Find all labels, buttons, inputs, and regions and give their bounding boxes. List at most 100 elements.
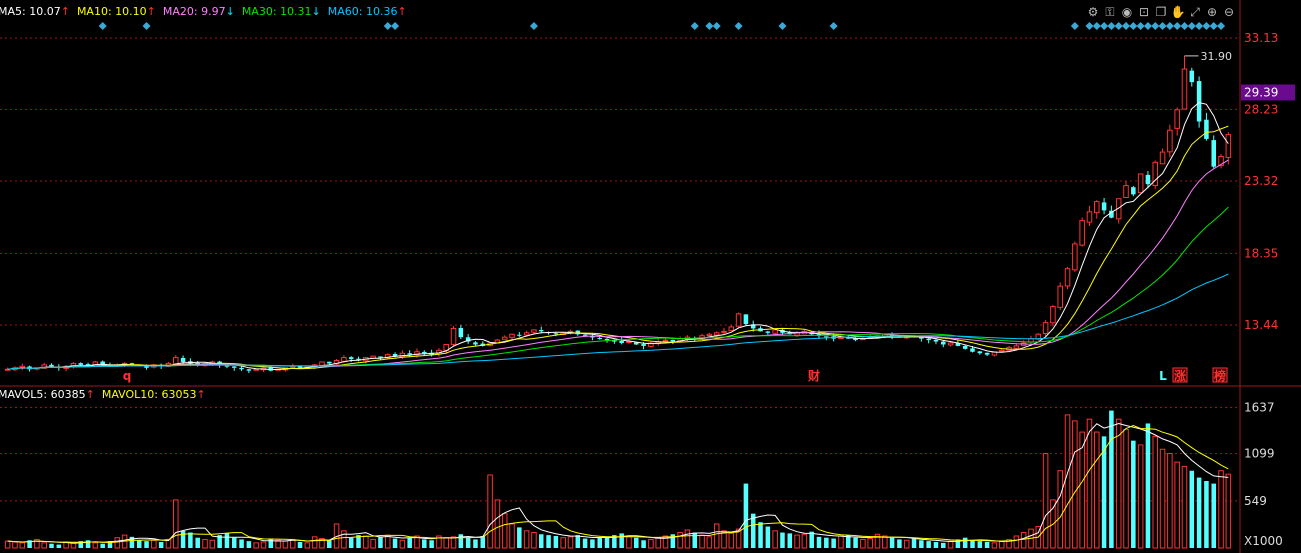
signal-diamond bbox=[1085, 22, 1094, 30]
legend-arrow: ↑ bbox=[61, 5, 70, 18]
signal-diamond bbox=[1209, 22, 1218, 30]
volume-bar-down bbox=[158, 541, 164, 548]
volume-bar-down bbox=[49, 543, 54, 548]
candle bbox=[407, 350, 412, 357]
price-legend-text: MA5: 10.07↑ MA10: 10.10↑ MA20: 9.97↓ MA30: … bbox=[0, 5, 407, 18]
candle-body-down bbox=[458, 327, 464, 338]
candle bbox=[941, 340, 946, 348]
volume-bar-up bbox=[260, 541, 267, 549]
volume-bar-down bbox=[188, 532, 193, 548]
volume-bar-up bbox=[626, 535, 632, 549]
volume-bar-up bbox=[567, 536, 574, 549]
candle-body-down bbox=[180, 357, 186, 362]
candle-body-up bbox=[1064, 268, 1071, 287]
volume-bar-up bbox=[947, 540, 954, 549]
candle-body-down bbox=[641, 344, 646, 346]
candle-body-up bbox=[1094, 201, 1100, 214]
volume-bar-up bbox=[304, 542, 311, 549]
candle-body-down bbox=[78, 363, 84, 365]
volume-bar-down bbox=[692, 532, 698, 548]
copy-icon[interactable]: ❐ bbox=[1156, 5, 1167, 19]
volume-unit-label: X1000 bbox=[1244, 534, 1283, 548]
volume-bar-down bbox=[392, 538, 398, 548]
zoom-out-icon[interactable]: ⊖ bbox=[1224, 5, 1234, 19]
candlestick-series[interactable]: 31.90 bbox=[4, 50, 1232, 374]
chart-toolbar[interactable]: ⚙ ⚿ ◉ ⊡ ❐ ✋ ⤢ ⊕ ⊖ bbox=[1088, 5, 1234, 19]
candle bbox=[458, 325, 464, 340]
signal-diamond bbox=[1092, 22, 1101, 30]
volume-bar-up bbox=[114, 537, 121, 549]
event-marker: 涨 bbox=[1174, 368, 1186, 383]
signal-diamond bbox=[1165, 22, 1174, 30]
volume-bar-up bbox=[560, 537, 566, 549]
price-axis: 33.13 28.23 23.32 18.35 13.44 29.39 bbox=[1241, 31, 1295, 332]
candle-body-down bbox=[743, 314, 749, 325]
candle-body-down bbox=[473, 342, 478, 345]
candle-body-up bbox=[1181, 68, 1188, 110]
legend-arrow: ↑ bbox=[86, 388, 95, 401]
volume-bar-up bbox=[838, 535, 844, 549]
volume-bar-down bbox=[897, 539, 902, 548]
eye-icon[interactable]: ◉ bbox=[1122, 5, 1132, 19]
candle-body-up bbox=[721, 330, 727, 333]
candle-body-down bbox=[538, 330, 544, 332]
volume-bar-up bbox=[501, 513, 508, 549]
stock-chart[interactable]: 33.13 28.23 23.32 18.35 13.44 29.39 1637 1099 5… bbox=[0, 0, 1301, 553]
current-price-label: 29.39 bbox=[1244, 85, 1278, 99]
resize-icon[interactable]: ⤢ bbox=[1189, 5, 1200, 19]
candle bbox=[1094, 200, 1100, 219]
volume-bar-up bbox=[1013, 535, 1020, 549]
volume-bar-up bbox=[370, 538, 376, 549]
candle-body-down bbox=[1196, 81, 1202, 122]
zoom-in-icon[interactable]: ⊕ bbox=[1207, 5, 1217, 19]
candle-body-down bbox=[1131, 187, 1136, 195]
candle bbox=[501, 335, 508, 340]
candle-body-down bbox=[597, 338, 602, 340]
volume-bar-down bbox=[473, 539, 478, 548]
candle-body-down bbox=[246, 369, 252, 371]
volume-bar-down bbox=[458, 534, 464, 548]
volume-bar-up bbox=[991, 542, 998, 549]
volume-bar-up bbox=[1115, 418, 1122, 549]
candle bbox=[1079, 217, 1085, 247]
volume-bar-down bbox=[962, 537, 968, 548]
volume-bar-down bbox=[824, 537, 829, 548]
candle bbox=[246, 368, 252, 374]
legend-item: MA20: 9.97 bbox=[163, 5, 226, 18]
volume-bar-up bbox=[655, 537, 661, 549]
volume-axis: 1637 1099 549 X1000 bbox=[1244, 400, 1283, 548]
candle bbox=[19, 363, 26, 371]
candle-body-down bbox=[984, 352, 990, 355]
settings-icon[interactable]: ⚙ bbox=[1088, 5, 1099, 19]
volume-bar-up bbox=[794, 534, 800, 549]
volume-bar-down bbox=[590, 539, 595, 548]
event-marker: q bbox=[123, 369, 132, 383]
signal-diamond bbox=[1217, 22, 1226, 30]
legend-item: MA30: 10.31 bbox=[242, 5, 312, 18]
signal-diamond-markers bbox=[98, 22, 1226, 30]
volume-bar-up bbox=[19, 542, 26, 549]
candle-body-up bbox=[1137, 173, 1144, 194]
candle bbox=[473, 341, 478, 347]
signal-diamond bbox=[1136, 22, 1145, 30]
volume-bar-down bbox=[809, 531, 814, 548]
volume-bar-up bbox=[801, 533, 808, 549]
candle-body-down bbox=[144, 366, 149, 368]
volume-bar-up bbox=[92, 542, 99, 549]
volume-bar-up bbox=[998, 540, 1005, 549]
volume-bar-up bbox=[1137, 444, 1144, 549]
hand-icon[interactable]: ✋ bbox=[1171, 5, 1186, 19]
basket-icon[interactable]: ⊡ bbox=[1139, 5, 1149, 19]
candle bbox=[1086, 205, 1093, 226]
lock-icon[interactable]: ⚿ bbox=[1105, 5, 1114, 19]
candle-body-up bbox=[1042, 322, 1049, 334]
candle-body-up bbox=[173, 357, 179, 365]
candle bbox=[319, 361, 325, 366]
volume-bar-down bbox=[422, 539, 427, 548]
candle bbox=[1057, 282, 1063, 311]
legend-item: MA60: 10.36 bbox=[328, 5, 398, 18]
candle-body-down bbox=[422, 351, 427, 354]
volume-bar-up bbox=[509, 523, 515, 549]
event-markers: q 财 L涨 榜 bbox=[123, 367, 1228, 383]
candle bbox=[1035, 333, 1042, 341]
